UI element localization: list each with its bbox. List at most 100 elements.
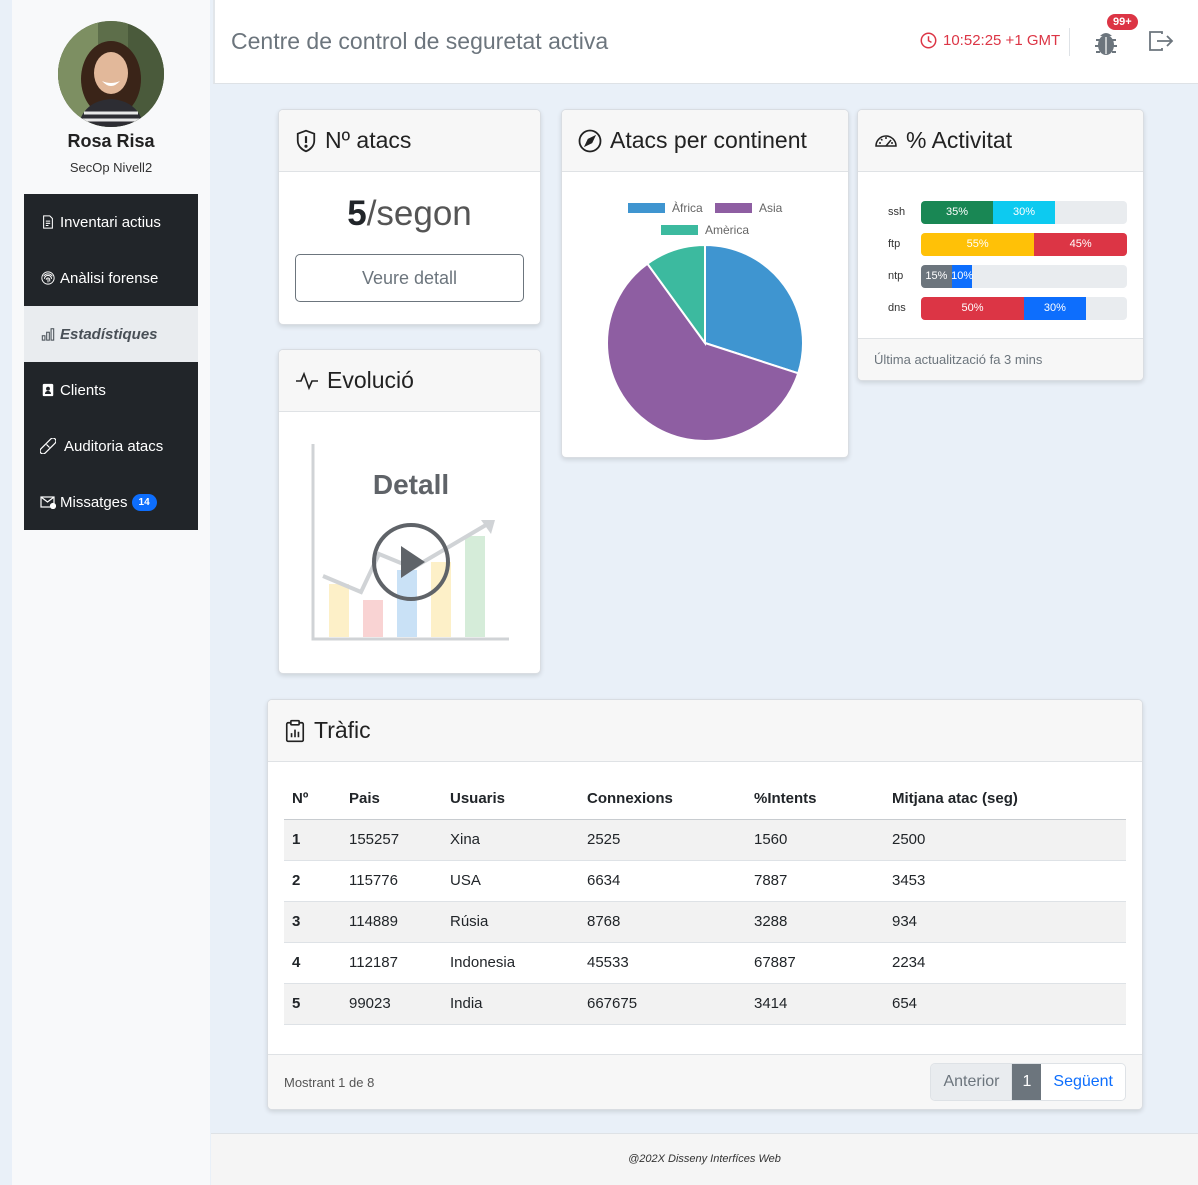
table-cell: USA <box>442 860 579 902</box>
activity-label: ssh <box>888 206 906 218</box>
menu-item-label: Auditoria atacs <box>64 437 164 455</box>
legend-label: Asia <box>759 201 783 215</box>
table-cell: 4 <box>284 942 341 984</box>
table-cell: Xina <box>442 819 579 861</box>
document-icon <box>40 214 56 230</box>
table-cell: 114889 <box>341 901 442 943</box>
menu-item-label: Clients <box>60 381 106 399</box>
menu-item-forense[interactable]: Anàlisi forense <box>24 250 198 306</box>
traffic-card: Tràfic Nº Pais Usuaris Connexions %Inten… <box>267 699 1143 1110</box>
progress-segment: 35% <box>921 200 994 224</box>
col-header-intents: %Intents <box>746 779 884 820</box>
table-cell: 8768 <box>579 901 746 943</box>
traffic-card-title: Tràfic <box>314 717 371 743</box>
progress-bar: 55% 45% <box>921 232 1127 256</box>
activity-card-title: % Activitat <box>906 127 1013 153</box>
legend-swatch <box>715 203 752 213</box>
continent-card-header: Atacs per continent <box>562 110 848 172</box>
progress-bar: 15% 10% <box>921 264 1127 288</box>
page-title: Centre de control de seguretat activa <box>231 28 609 54</box>
progress-segment: 45% <box>1034 232 1127 256</box>
contact-icon <box>40 382 56 398</box>
progress-bar: 35% 30% <box>921 200 1127 224</box>
table-cell: 654 <box>884 983 1126 1025</box>
table-row: 2 115776 USA 6634 7887 3453 <box>284 860 1126 902</box>
activity-row-ftp: ftp 55% 45% <box>888 228 1127 260</box>
table-cell: 2234 <box>884 942 1126 984</box>
menu-item-missatges[interactable]: Missatges 14 <box>24 474 198 530</box>
table-cell: Rúsia <box>442 901 579 943</box>
table-row: 3 114889 Rúsia 8768 3288 934 <box>284 901 1126 943</box>
view-detail-button[interactable]: Veure detall <box>295 254 524 302</box>
page-footer: @202X Disseny Interfíces Web <box>211 1133 1198 1185</box>
menu-item-label: Missatges <box>60 493 128 511</box>
menu-item-inventari[interactable]: Inventari actius <box>24 194 198 250</box>
evolution-video-thumbnail[interactable]: Detall <box>309 442 513 652</box>
pagination-previous[interactable]: Anterior <box>931 1064 1013 1100</box>
sidebar: Rosa Risa SecOp Nivell2 Inventari actius… <box>12 0 210 1185</box>
table-cell: 3 <box>284 901 341 943</box>
speedometer-icon <box>875 134 897 147</box>
pagination-page-1[interactable]: 1 <box>1012 1064 1042 1100</box>
table-cell: 115776 <box>341 860 442 902</box>
table-cell: 5 <box>284 983 341 1025</box>
activity-label: ntp <box>888 270 904 282</box>
col-header-usuaris: Usuaris <box>442 779 579 820</box>
user-name: Rosa Risa <box>67 131 155 151</box>
table-row: 4 112187 Indonesia 45533 67887 2234 <box>284 942 1126 984</box>
table-cell: 3288 <box>746 901 884 943</box>
activity-card: % Activitat ssh 35% 30% ftp 55% 45% ntp 15% 10% d… <box>857 109 1144 381</box>
menu-item-auditoria[interactable]: Auditoria atacs <box>24 418 198 474</box>
progress-segment: 50% <box>921 296 1024 320</box>
table-cell: 67887 <box>746 942 884 984</box>
pulse-icon <box>296 371 318 390</box>
table-header-row: Nº Pais Usuaris Connexions %Intents Mitj… <box>284 779 1126 820</box>
attacks-card: Nº atacs 5/segon Veure detall <box>278 109 541 325</box>
traffic-table: Nº Pais Usuaris Connexions %Intents Mitj… <box>284 779 1126 1025</box>
activity-row-ntp: ntp 15% 10% <box>888 260 1127 292</box>
progress-segment: 30% <box>993 200 1055 224</box>
menu-item-clients[interactable]: Clients <box>24 362 198 418</box>
table-cell: 99023 <box>341 983 442 1025</box>
avatar <box>58 21 164 127</box>
evolution-card-title: Evolució <box>327 367 414 393</box>
table-cell: 3453 <box>884 860 1126 902</box>
bug-icon <box>1095 33 1117 55</box>
col-header-num: Nº <box>284 779 341 820</box>
notifications-badge: 99+ <box>1107 14 1138 30</box>
activity-label: ftp <box>888 238 901 250</box>
pagination-info: Mostrant 1 de 8 <box>284 1075 375 1090</box>
clock-time: 10:52:25 +1 GMT <box>943 32 1061 49</box>
activity-rows: ssh 35% 30% ftp 55% 45% ntp 15% 10% dns 50% 30% <box>858 172 1143 324</box>
logout-button[interactable] <box>1148 30 1174 56</box>
traffic-footer: Mostrant 1 de 8 Anterior 1 Següent <box>268 1054 1142 1109</box>
col-header-pais: Pais <box>341 779 442 820</box>
col-header-mitjana: Mitjana atac (seg) <box>884 779 1126 820</box>
clock-icon <box>920 32 937 49</box>
table-cell: 2525 <box>579 819 746 861</box>
menu-item-estadistiques[interactable]: Estadístiques <box>24 306 198 362</box>
attacks-card-header: Nº atacs <box>279 110 540 172</box>
activity-label: dns <box>888 302 906 314</box>
activity-row-ssh: ssh 35% 30% <box>888 196 1127 228</box>
activity-row-dns: dns 50% 30% <box>888 292 1127 324</box>
table-cell: 2 <box>284 860 341 902</box>
continent-card-title: Atacs per continent <box>610 127 807 153</box>
table-cell: 1560 <box>746 819 884 861</box>
table-cell: 112187 <box>341 942 442 984</box>
top-header: Centre de control de seguretat activa 10… <box>213 0 1198 84</box>
table-cell: 667675 <box>579 983 746 1025</box>
messages-badge: 14 <box>131 493 157 511</box>
envelope-icon <box>40 494 56 510</box>
table-cell: 6634 <box>579 860 746 902</box>
menu-item-label: Estadístiques <box>60 325 158 343</box>
header-divider <box>1069 28 1070 56</box>
compass-icon <box>578 129 602 152</box>
menu-item-label: Anàlisi forense <box>60 269 159 287</box>
pagination-next[interactable]: Següent <box>1041 1064 1125 1100</box>
table-cell: 2500 <box>884 819 1126 861</box>
progress-segment: 30% <box>1024 296 1086 320</box>
bug-alerts-button[interactable] <box>1093 28 1119 56</box>
legend-label: Amèrica <box>705 223 749 237</box>
traffic-card-header: Tràfic <box>268 700 1142 762</box>
